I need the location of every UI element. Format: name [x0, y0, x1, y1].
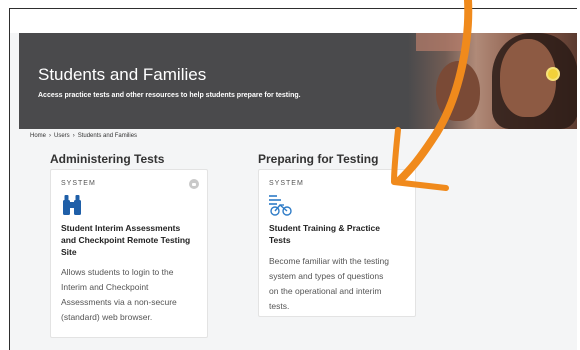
card-desc-line: system and types of questions: [269, 271, 384, 281]
breadcrumb-home[interactable]: Home: [30, 133, 46, 139]
card-desc-line: Assessments via a non-secure: [61, 297, 177, 307]
card-kind-label: SYSTEM: [61, 180, 96, 187]
flower-decoration: [548, 69, 558, 79]
card-desc-line: tests.: [269, 301, 290, 311]
card-title-line: Tests: [269, 235, 291, 245]
card-desc-line: (standard) web browser.: [61, 312, 153, 322]
breadcrumb: Home › Users › Students and Families: [30, 133, 138, 139]
card-desc-line: Interim and Checkpoint: [61, 282, 149, 292]
card-student-interim-assessments[interactable]: SYSTEM Student Interim Assessments and C…: [50, 169, 208, 338]
card-desc-line: Allows students to login to the: [61, 267, 174, 277]
breadcrumb-current: Students and Families: [77, 133, 138, 139]
card-desc-line: Become familiar with the testing: [269, 256, 389, 266]
training-bike-icon: [269, 195, 292, 216]
page-subtitle: Access practice tests and other resource…: [38, 92, 301, 99]
card-title-line: and Checkpoint Remote Testing: [61, 235, 191, 245]
breadcrumb-users[interactable]: Users: [54, 133, 70, 139]
card-title-line: Student Training & Practice: [269, 223, 380, 233]
card-desc-line: on the operational and interim: [269, 286, 382, 296]
card-title-line: Student Interim Assessments: [61, 223, 181, 233]
top-strip: [10, 9, 577, 33]
hero-banner: Students and Families Access practice te…: [19, 33, 577, 129]
card-kind-label: SYSTEM: [269, 180, 304, 187]
card-student-training-practice[interactable]: SYSTEM Student Training & Practice Tests…: [258, 169, 416, 317]
hero-photo: [408, 33, 577, 129]
section-title-preparing: Preparing for Testing: [258, 152, 379, 166]
card-title-line: Site: [61, 247, 77, 257]
page-frame: Students and Families Access practice te…: [9, 8, 577, 350]
page-title: Students and Families: [38, 65, 207, 84]
lock-icon: [189, 179, 199, 189]
binoculars-icon: [63, 195, 81, 215]
section-title-administering: Administering Tests: [50, 152, 165, 166]
